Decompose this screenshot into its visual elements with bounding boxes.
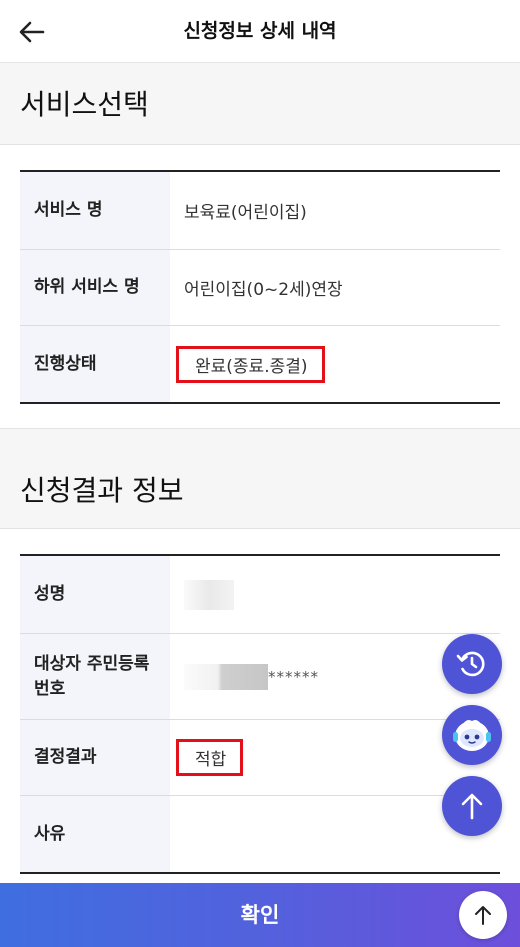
section-header-result: 신청결과 정보 <box>0 428 520 529</box>
row-value: 보육료(어린이집) <box>184 203 307 223</box>
decision-result-value: 적합 <box>176 739 244 776</box>
row-label: 결정결과 <box>20 720 170 795</box>
progress-status-value: 완료(종료.종결) <box>176 345 325 383</box>
table-row: 대상자 주민등록 번호 ****** <box>20 634 500 720</box>
top-header: 신청정보 상세 내역 <box>0 0 520 63</box>
row-label: 대상자 주민등록 번호 <box>20 634 170 719</box>
table-row: 하위 서비스 명 어린이집(0~2세)연장 <box>20 250 500 326</box>
page-title: 신청정보 상세 내역 <box>183 20 337 42</box>
chatbot-button[interactable] <box>442 705 502 765</box>
section-title-result: 신청결과 정보 <box>20 474 184 507</box>
result-info-table: 성명 대상자 주민등록 번호 ****** 결정결과 적합 사유 <box>20 554 500 874</box>
section-header-service: 서비스선택 <box>0 63 520 145</box>
row-value-cell: 완료(종료.종결) <box>170 326 500 402</box>
table-row: 성명 <box>20 556 500 634</box>
row-label: 진행상태 <box>20 326 170 402</box>
row-label: 사유 <box>20 796 170 872</box>
table-row: 사유 <box>20 796 500 872</box>
scroll-top-button[interactable] <box>459 891 507 939</box>
chatbot-icon <box>453 720 491 751</box>
history-icon <box>456 651 485 677</box>
redacted-id <box>184 663 268 690</box>
arrow-up-icon <box>475 906 491 925</box>
masked-id-suffix: ****** <box>268 667 319 686</box>
masked-id-number: ****** <box>184 663 319 690</box>
bottom-bar: 확인 <box>0 883 520 947</box>
redacted-name <box>184 579 234 610</box>
row-value-cell <box>170 556 500 633</box>
row-label: 성명 <box>20 556 170 633</box>
table-row: 결정결과 적합 <box>20 720 500 796</box>
confirm-button[interactable]: 확인 <box>0 883 520 947</box>
scroll-top-floating-button[interactable] <box>442 776 502 836</box>
row-label: 서비스 명 <box>20 172 170 249</box>
table-row: 진행상태 완료(종료.종결) <box>20 326 500 402</box>
service-info-table: 서비스 명 보육료(어린이집) 하위 서비스 명 어린이집(0~2세)연장 진행… <box>20 170 500 404</box>
section-title-service: 서비스선택 <box>20 88 149 121</box>
row-value: 어린이집(0~2세)연장 <box>184 280 343 300</box>
table-row: 서비스 명 보육료(어린이집) <box>20 172 500 250</box>
row-label: 하위 서비스 명 <box>20 250 170 325</box>
arrow-up-icon <box>461 793 483 820</box>
history-button[interactable] <box>442 634 502 694</box>
